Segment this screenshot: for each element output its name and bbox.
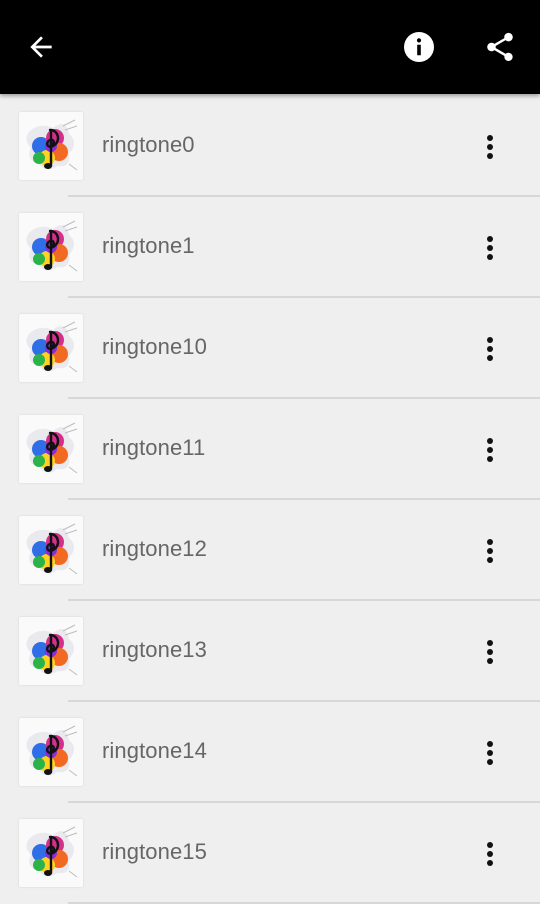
- ringtone-title: ringtone13: [102, 637, 207, 662]
- app-bar: [0, 0, 540, 94]
- list-item-ringtone15[interactable]: ringtone15: [0, 803, 540, 904]
- music-note-paint-splash-icon: [19, 516, 83, 584]
- music-note-paint-splash-icon: [19, 415, 83, 483]
- more-vert-icon: [487, 539, 493, 563]
- more-vert-icon: [487, 236, 493, 260]
- list-item-ringtone13[interactable]: ringtone13: [0, 601, 540, 702]
- music-note-paint-splash-icon: [19, 112, 83, 180]
- share-button[interactable]: [476, 23, 524, 71]
- list-item-ringtone11[interactable]: ringtone11: [0, 399, 540, 500]
- more-vert-icon: [487, 640, 493, 664]
- ringtone-title: ringtone0: [102, 132, 195, 157]
- more-options-button[interactable]: [466, 224, 514, 272]
- ringtone-title: ringtone11: [102, 435, 206, 460]
- more-options-button[interactable]: [466, 729, 514, 777]
- list-item-ringtone1[interactable]: ringtone1: [0, 197, 540, 298]
- ringtone-title: ringtone1: [102, 233, 195, 258]
- ringtone-list: ringtone0 ringtone1 ringtone10 ringtone1…: [0, 96, 540, 904]
- more-vert-icon: [487, 842, 493, 866]
- more-options-button[interactable]: [466, 527, 514, 575]
- ringtone-title: ringtone15: [102, 839, 207, 864]
- music-note-paint-splash-icon: [19, 819, 83, 887]
- more-vert-icon: [487, 135, 493, 159]
- ringtone-title: ringtone12: [102, 536, 207, 561]
- more-options-button[interactable]: [466, 123, 514, 171]
- share-icon: [487, 32, 513, 62]
- info-button[interactable]: [395, 23, 443, 71]
- more-options-button[interactable]: [466, 325, 514, 373]
- list-item-ringtone10[interactable]: ringtone10: [0, 298, 540, 399]
- ringtone-title: ringtone10: [102, 334, 207, 359]
- music-note-paint-splash-icon: [19, 718, 83, 786]
- list-item-ringtone0[interactable]: ringtone0: [0, 96, 540, 197]
- music-note-paint-splash-icon: [19, 617, 83, 685]
- music-note-paint-splash-icon: [19, 314, 83, 382]
- list-item-ringtone14[interactable]: ringtone14: [0, 702, 540, 803]
- more-options-button[interactable]: [466, 628, 514, 676]
- ringtone-title: ringtone14: [102, 738, 207, 763]
- more-options-button[interactable]: [466, 426, 514, 474]
- more-options-button[interactable]: [466, 830, 514, 878]
- info-icon: [404, 32, 434, 62]
- more-vert-icon: [487, 741, 493, 765]
- list-item-ringtone12[interactable]: ringtone12: [0, 500, 540, 601]
- more-vert-icon: [487, 337, 493, 361]
- arrow-left-icon: [30, 36, 52, 58]
- back-button[interactable]: [17, 23, 65, 71]
- more-vert-icon: [487, 438, 493, 462]
- music-note-paint-splash-icon: [19, 213, 83, 281]
